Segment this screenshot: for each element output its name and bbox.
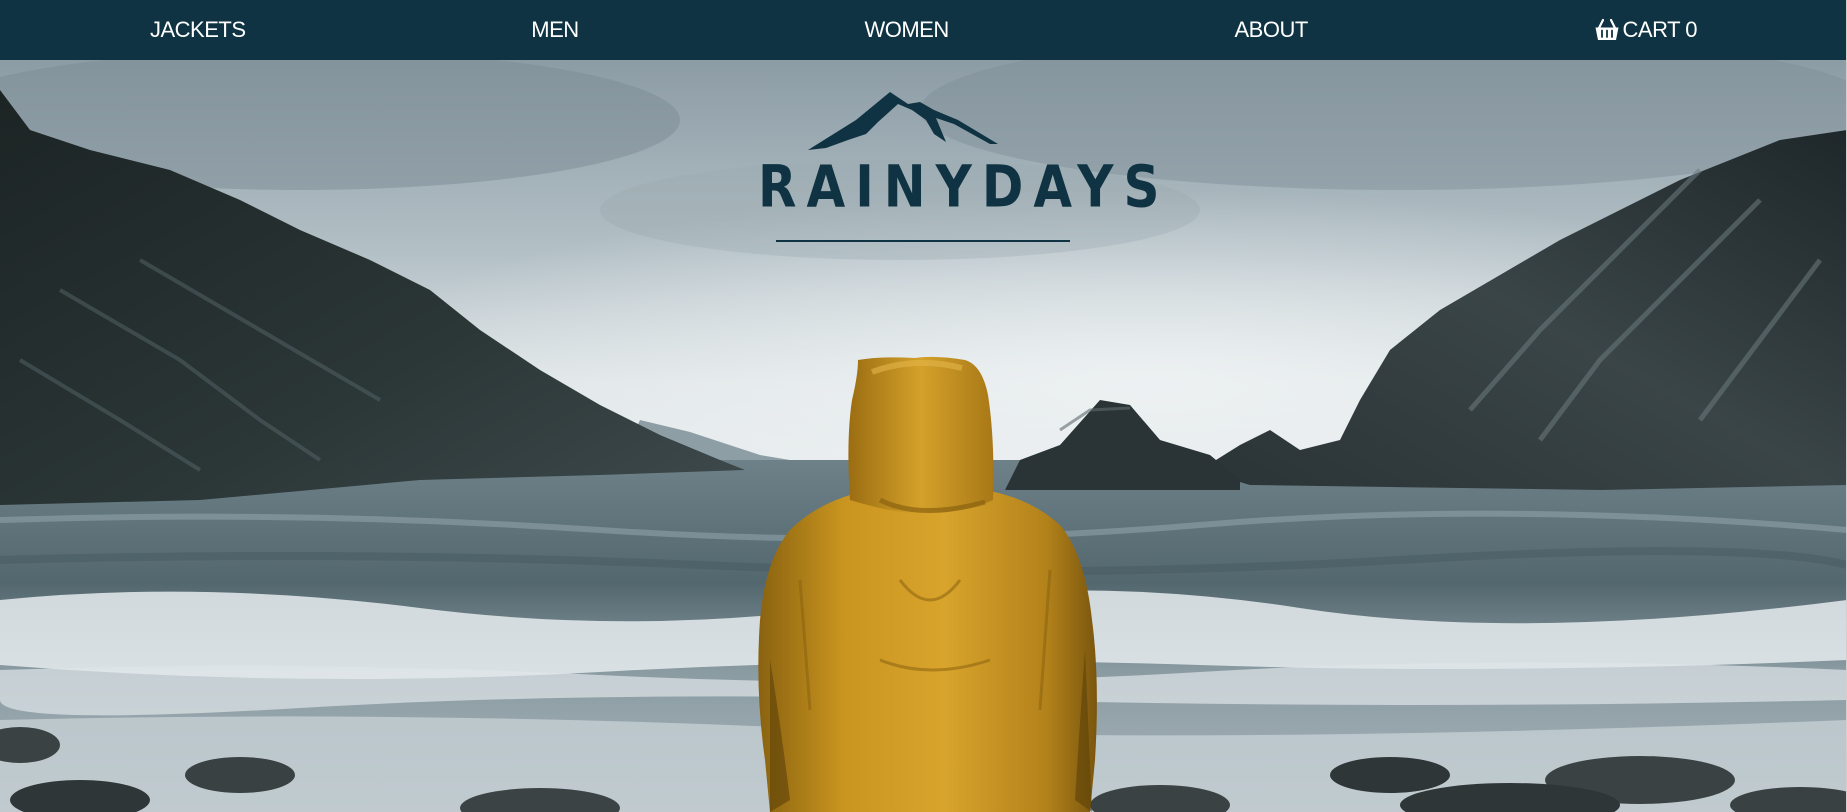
basket-icon	[1594, 17, 1620, 43]
cart-label: CART 0	[1622, 17, 1698, 42]
nav-link-jackets[interactable]: JACKETS	[150, 17, 246, 43]
mountain-icon	[808, 92, 998, 150]
brand-name: RAINYDAYS	[758, 153, 1170, 221]
nav-link-women[interactable]: WOMEN	[864, 17, 949, 43]
top-navigation: JACKETS MEN WOMEN ABOUT CART 0	[0, 0, 1847, 60]
nav-link-about[interactable]: ABOUT	[1234, 17, 1308, 43]
hero-banner: RAINYDAYS	[0, 60, 1847, 812]
brand-logo[interactable]: RAINYDAYS	[758, 82, 1170, 242]
cart-link[interactable]: CART 0	[1594, 17, 1698, 43]
nav-link-men[interactable]: MEN	[531, 17, 579, 43]
logo-underline	[776, 240, 1070, 242]
